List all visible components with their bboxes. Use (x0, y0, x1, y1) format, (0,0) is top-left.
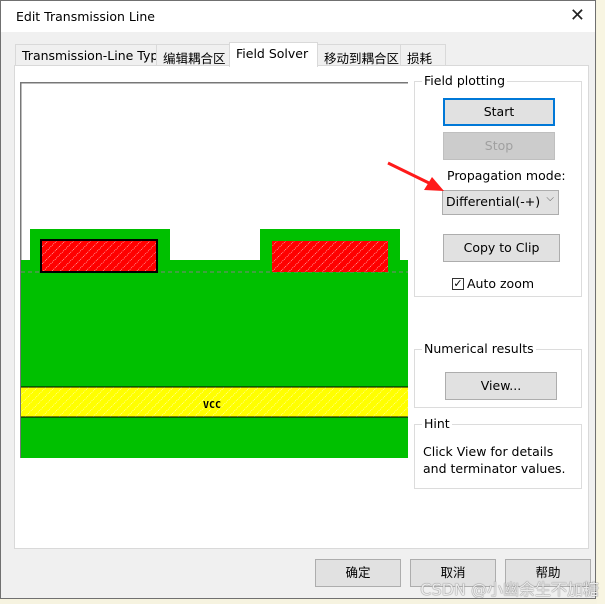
start-button[interactable]: Start (443, 98, 555, 126)
hint-text: Click View for details and terminator va… (423, 444, 566, 476)
title-bar: Edit Transmission Line ✕ (1, 1, 595, 32)
window-title: Edit Transmission Line (16, 9, 155, 24)
tab-transmission-line-type[interactable]: Transmission-Line Type (15, 44, 166, 66)
checkmark-icon: ✓ (453, 277, 463, 290)
tab-loss[interactable]: 损耗 (400, 44, 446, 66)
copy-to-clip-button[interactable]: Copy to Clip (443, 234, 560, 262)
trace-right[interactable] (272, 241, 388, 272)
tab-edit-coupling-region[interactable]: 编辑耦合区 (156, 44, 230, 66)
tab-move-to-coupling-region[interactable]: 移动到耦合区 (317, 44, 401, 66)
vcc-label: VCC (203, 400, 221, 411)
chevron-down-icon: ⌵ (546, 193, 554, 204)
edit-transmission-line-dialog: Edit Transmission Line ✕ Transmission-Li… (0, 0, 596, 599)
auto-zoom-checkbox[interactable]: ✓ (452, 278, 464, 290)
auto-zoom-label[interactable]: Auto zoom (467, 276, 534, 291)
tab-field-solver[interactable]: Field Solver (229, 42, 318, 67)
propagation-mode-select[interactable]: Differential(-+) ⌵ (442, 190, 559, 215)
numerical-results-label: Numerical results (422, 341, 536, 356)
dielectric-core (21, 260, 408, 458)
cross-section-canvas[interactable]: VCC (20, 82, 408, 458)
hint-label: Hint (422, 416, 452, 431)
close-icon[interactable]: ✕ (570, 6, 585, 26)
propagation-mode-label: Propagation mode: (447, 168, 566, 183)
red-arrow-annotation (387, 161, 444, 191)
view-button[interactable]: View... (445, 372, 557, 400)
trace-left-selected[interactable] (40, 239, 158, 273)
ok-button[interactable]: 确定 (315, 559, 401, 587)
background-window-edge (597, 0, 605, 604)
field-plotting-label: Field plotting (422, 73, 508, 88)
stop-button[interactable]: Stop (443, 132, 555, 160)
propagation-mode-value: Differential(-+) (446, 194, 541, 209)
watermark: CSDN @小幽余生不加糖 (420, 580, 599, 599)
